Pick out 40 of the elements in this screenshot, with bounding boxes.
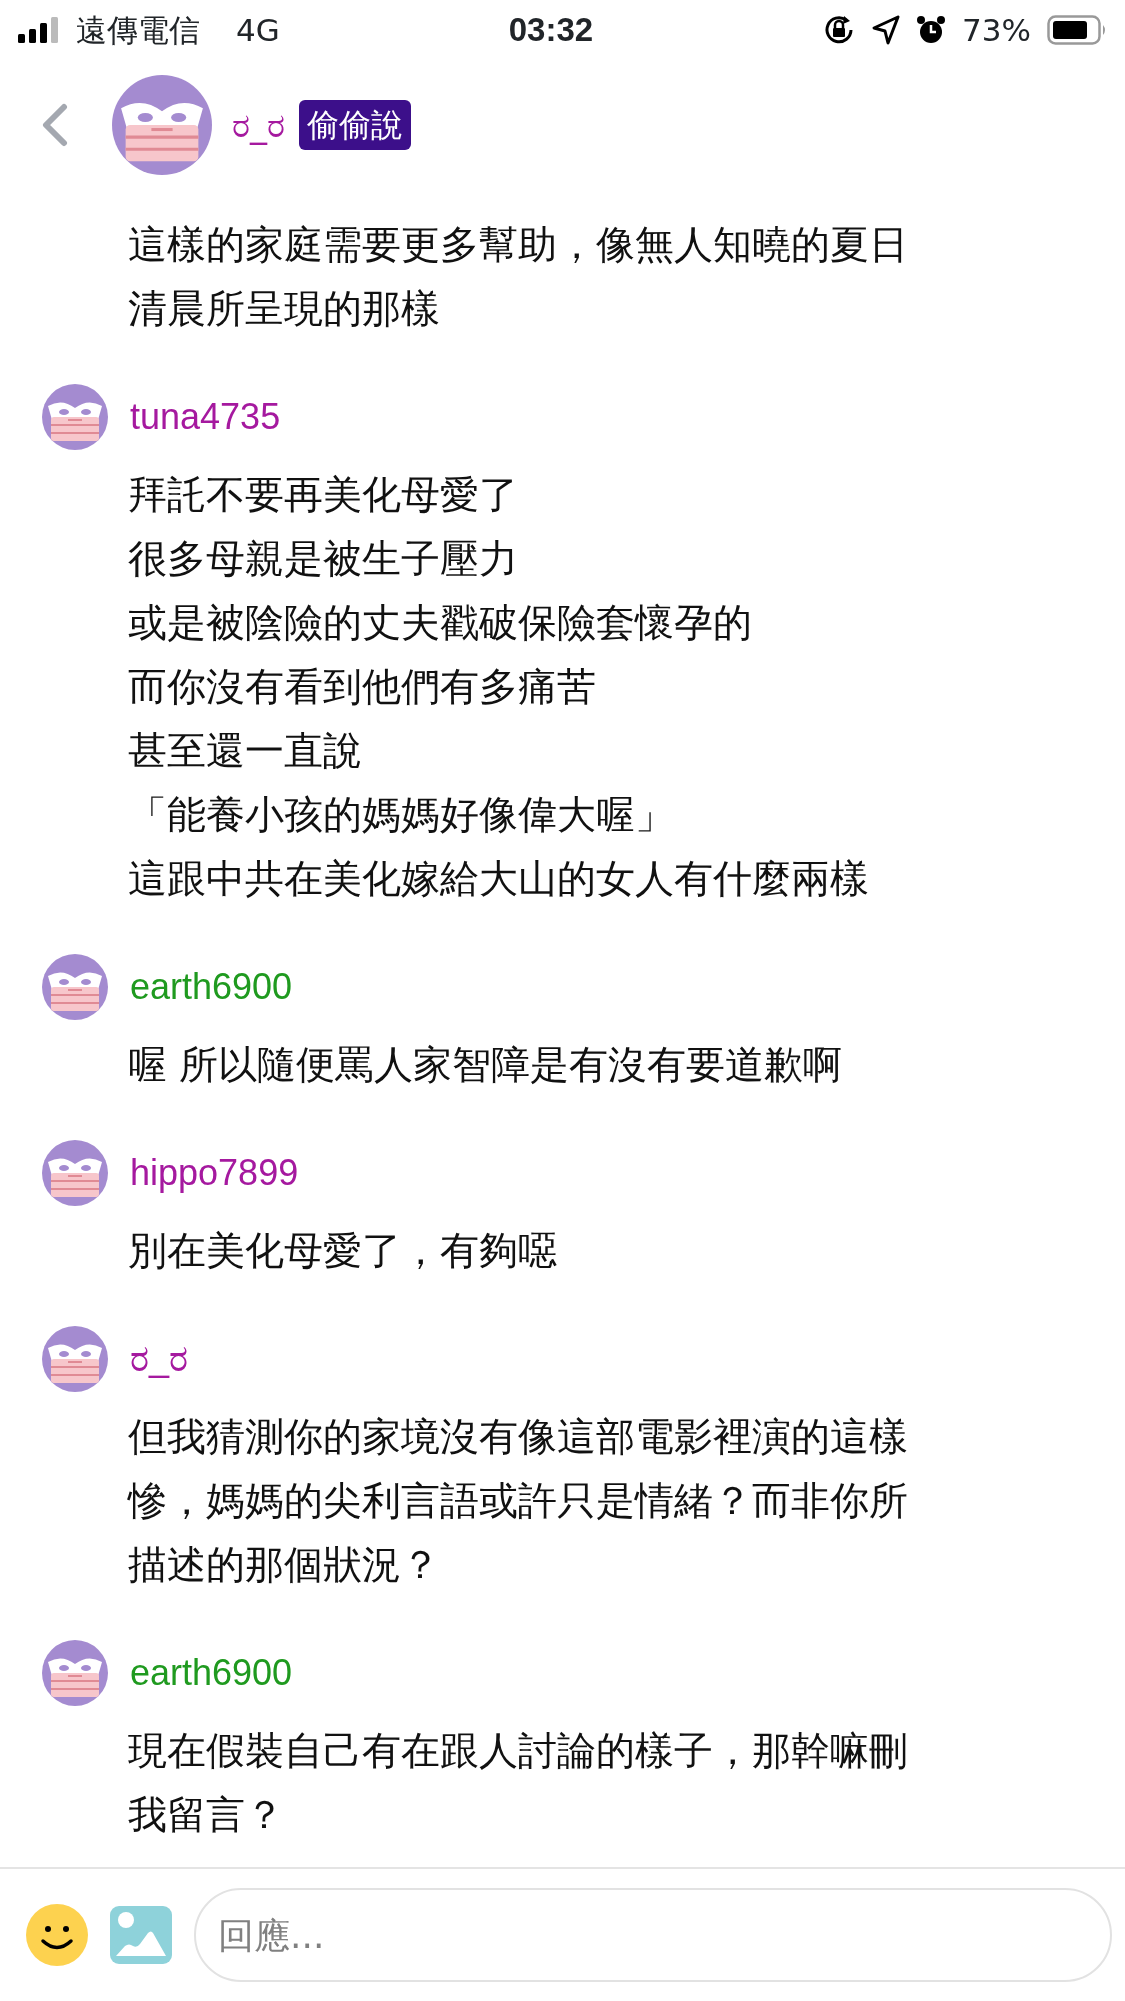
comment-text: 很多母親是被生子壓力 — [127, 535, 519, 583]
avatar-icon — [42, 954, 108, 1020]
comment-text: 拜託不要再美化母愛了 — [127, 471, 519, 519]
user-name: ರ_ರ — [130, 1337, 189, 1381]
avatar-icon — [42, 1140, 108, 1206]
comment-text: 別在美化母愛了，有夠噁 — [127, 1227, 558, 1275]
user-name: ರ_ರ — [232, 103, 285, 147]
comment-text: 喔 所以隨便罵人家智障是有沒有要道歉啊 — [127, 1041, 844, 1089]
user-name: hippo7899 — [130, 1151, 299, 1195]
comment-text: 「能養小孩的媽媽好像偉大喔」 — [127, 791, 675, 839]
comment-text: 但我猜測你的家境沒有像這部電影裡演的這樣 — [127, 1413, 909, 1461]
location-arrow-icon — [872, 15, 901, 45]
battery-icon — [1047, 15, 1107, 45]
carrier-name: 遠傳電信 — [76, 10, 200, 50]
comment-text: 清晨所呈現的那樣 — [127, 285, 441, 333]
reply-input[interactable]: 回應... — [194, 1888, 1112, 1982]
avatar-icon — [42, 1326, 108, 1392]
clock: 03:32 — [508, 10, 594, 51]
comment-text: 或是被陰險的丈夫戳破保險套懷孕的 — [127, 599, 753, 647]
alarm-icon — [916, 15, 947, 45]
comment-text: 現在假裝自己有在跟人討論的樣子，那幹嘛刪 — [127, 1727, 909, 1775]
battery-percent: 73% — [962, 10, 1031, 50]
comment-text: 我留言？ — [127, 1791, 285, 1839]
comment-text: 這跟中共在美化嫁給大山的女人有什麼兩樣 — [127, 855, 870, 903]
image-icon[interactable] — [110, 1906, 172, 1964]
user-name: earth6900 — [130, 1651, 293, 1695]
back-icon[interactable] — [40, 103, 70, 147]
comment-text: 甚至還一直說 — [127, 727, 363, 775]
user-name: tuna4735 — [130, 395, 281, 439]
avatar-icon — [42, 384, 108, 450]
user-name: earth6900 — [130, 965, 293, 1009]
avatar-icon — [42, 1640, 108, 1706]
avatar-icon — [112, 75, 212, 175]
comment-text: 慘，媽媽的尖利言語或許只是情緒？而非你所 — [126, 1477, 909, 1525]
comment-text: 而你沒有看到他們有多痛苦 — [127, 663, 597, 711]
smiley-icon[interactable] — [26, 1904, 88, 1966]
comment-text: 這樣的家庭需要更多幫助，像無人知曉的夏日 — [127, 221, 909, 269]
network-type: 4G — [236, 10, 280, 50]
anonymous-badge: 偷偷說 — [299, 100, 411, 150]
comment-text: 描述的那個狀況？ — [127, 1541, 441, 1589]
